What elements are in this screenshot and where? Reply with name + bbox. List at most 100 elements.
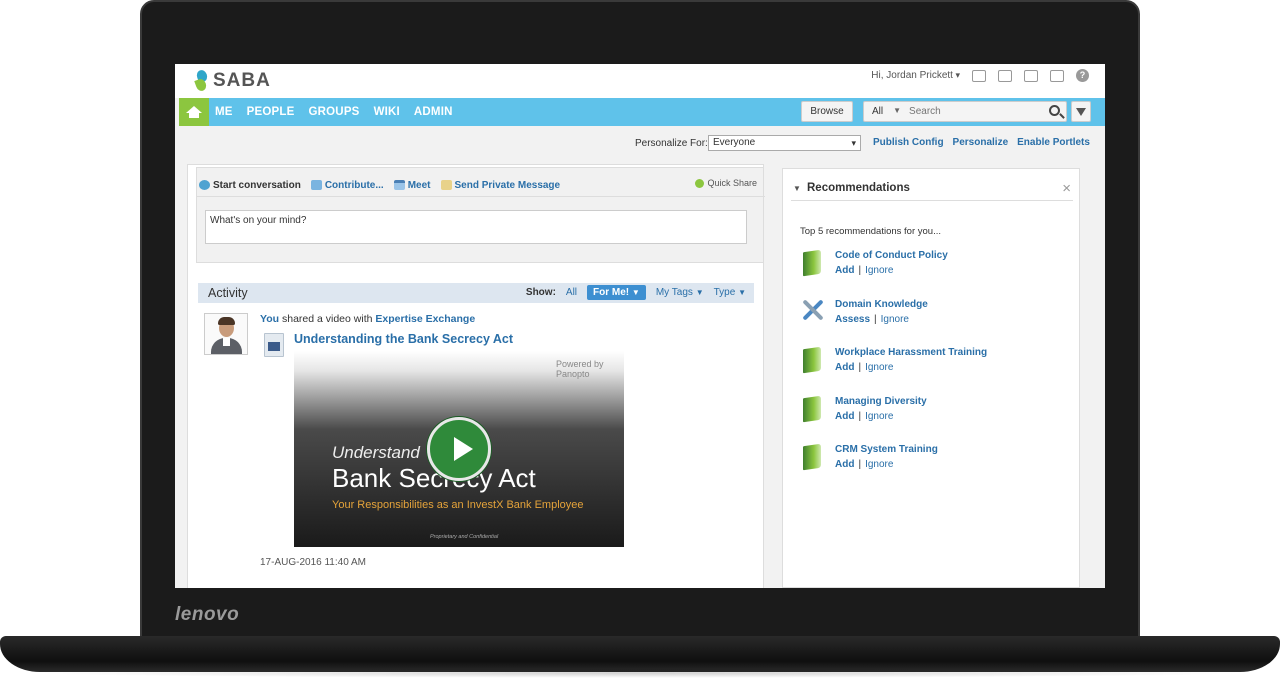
filter-my-tags[interactable]: My Tags ▼ xyxy=(656,287,704,298)
recommendation-title[interactable]: Domain Knowledge xyxy=(835,299,928,310)
ignore-button[interactable]: Ignore xyxy=(881,314,909,325)
activity-title: Activity xyxy=(208,286,248,300)
logo-text: SABA xyxy=(213,70,271,91)
nav-item-wiki[interactable]: WIKI xyxy=(374,106,400,118)
browse-button[interactable]: Browse xyxy=(801,101,853,122)
recommendation-title[interactable]: Workplace Harassment Training xyxy=(835,347,987,358)
search-input[interactable] xyxy=(909,106,1040,117)
filter-button[interactable] xyxy=(1071,101,1091,122)
tab-label: Contribute... xyxy=(324,179,384,191)
document-icon xyxy=(310,180,322,190)
filter-for-me[interactable]: For Me! ▼ xyxy=(587,285,646,300)
tab-meet[interactable]: Meet xyxy=(393,176,431,194)
laptop-base xyxy=(0,636,1280,672)
add-button[interactable]: Add xyxy=(835,411,854,422)
conversation-input[interactable]: What's on your mind? xyxy=(205,210,747,244)
list-item: CRM System Training Add | Ignore xyxy=(799,443,1069,494)
nav-item-people[interactable]: PEOPLE xyxy=(247,106,295,118)
ignore-button[interactable]: Ignore xyxy=(865,459,893,470)
nav-item-admin[interactable]: ADMIN xyxy=(414,106,453,118)
profile-card-icon[interactable] xyxy=(998,69,1012,82)
filter-my-tags-label: My Tags xyxy=(655,287,693,298)
video-player[interactable]: Powered by Panopto Understand Bank Secre… xyxy=(294,351,624,547)
recommendations-header: ▼ Recommendations × xyxy=(791,175,1073,201)
saba-logo-icon xyxy=(194,68,209,93)
tab-label: Send Private Message xyxy=(454,179,561,191)
personalize-label: Personalize For: xyxy=(635,138,708,149)
laptop-shadow xyxy=(30,668,1250,678)
user-area: Hi, Jordan Prickett ? xyxy=(871,69,1089,82)
play-icon[interactable] xyxy=(427,417,491,481)
book-icon xyxy=(803,249,821,277)
user-menu[interactable]: Hi, Jordan Prickett xyxy=(871,70,960,81)
recommendation-actions: Assess | Ignore xyxy=(835,313,909,325)
main-nav: ME PEOPLE GROUPS WIKI ADMIN Browse All ▼ xyxy=(179,98,1105,126)
calendar-icon[interactable] xyxy=(1024,69,1038,82)
assess-button[interactable]: Assess xyxy=(835,314,870,325)
filter-type[interactable]: Type ▼ xyxy=(714,287,746,298)
add-button[interactable]: Add xyxy=(835,362,854,373)
activity-header: Activity Show: All For Me! ▼ My Tags ▼ T… xyxy=(198,283,754,303)
filter-icon xyxy=(1076,107,1086,116)
activity-filters: Show: All For Me! ▼ My Tags ▼ Type ▼ xyxy=(526,285,746,300)
tab-label: Meet xyxy=(407,179,431,191)
publish-config-link[interactable]: Publish Config xyxy=(873,137,944,148)
tab-contribute[interactable]: Contribute... xyxy=(310,176,384,194)
home-button[interactable] xyxy=(179,98,209,126)
close-icon[interactable]: × xyxy=(1062,180,1071,197)
add-button[interactable]: Add xyxy=(835,265,854,276)
recommendations-subtitle: Top 5 recommendations for you... xyxy=(800,226,941,237)
composer: Start conversation Contribute... Meet Se… xyxy=(196,167,765,263)
list-item: Managing Diversity Add | Ignore xyxy=(799,395,1069,446)
bookmark-icon[interactable] xyxy=(1050,69,1064,82)
recommendation-title[interactable]: Managing Diversity xyxy=(835,396,927,407)
help-icon[interactable]: ? xyxy=(1076,69,1089,82)
video-title-line1: Understand xyxy=(332,443,420,462)
mail-icon[interactable] xyxy=(972,69,986,82)
tab-start-conversation[interactable]: Start conversation xyxy=(199,176,301,194)
top-bar: SABA Hi, Jordan Prickett ? xyxy=(175,64,1105,98)
video-file-icon xyxy=(264,333,284,357)
tab-send-private-message[interactable]: Send Private Message xyxy=(440,176,561,194)
show-label: Show: xyxy=(525,287,556,298)
quick-share-label: Quick Share xyxy=(707,178,757,188)
ignore-button[interactable]: Ignore xyxy=(865,265,893,276)
nav-item-me[interactable]: ME xyxy=(215,106,233,118)
recommendations-panel: ▼ Recommendations × Top 5 recommendation… xyxy=(782,168,1080,588)
search-scope-select[interactable]: All ▼ xyxy=(864,106,909,117)
search-box: All ▼ xyxy=(863,101,1067,122)
recommendation-title[interactable]: CRM System Training xyxy=(835,444,938,455)
recommendation-actions: Add | Ignore xyxy=(835,362,894,373)
chevron-down-icon: ▼ xyxy=(738,288,746,297)
recommendation-title[interactable]: Code of Conduct Policy xyxy=(835,250,948,261)
post-action: shared a video with xyxy=(281,313,373,325)
recommendations-title: Recommendations xyxy=(807,182,910,194)
saba-logo[interactable]: SABA xyxy=(194,68,271,93)
ignore-button[interactable]: Ignore xyxy=(865,411,893,422)
collapse-caret-icon[interactable]: ▼ xyxy=(793,184,801,193)
quick-share-button[interactable]: Quick Share xyxy=(695,178,757,188)
enable-portlets-link[interactable]: Enable Portlets xyxy=(1017,137,1090,148)
ignore-button[interactable]: Ignore xyxy=(865,362,893,373)
activity-panel: Start conversation Contribute... Meet Se… xyxy=(187,164,765,588)
recommendation-actions: Add | Ignore xyxy=(835,410,894,422)
search-icon[interactable] xyxy=(1049,105,1060,116)
nav-item-groups[interactable]: GROUPS xyxy=(309,106,360,118)
personalize-row: Personalize For: Everyone Publish Config… xyxy=(175,134,1105,154)
recommendation-actions: Add | Ignore xyxy=(835,459,894,470)
laptop-brand-logo: lenovo xyxy=(175,604,240,625)
list-item: Workplace Harassment Training Add | Ignore xyxy=(799,346,1069,397)
post-target-group[interactable]: Expertise Exchange xyxy=(375,313,475,325)
post-actor[interactable]: You xyxy=(260,313,279,325)
filter-all[interactable]: All xyxy=(566,287,577,298)
avatar[interactable] xyxy=(204,313,248,355)
add-button[interactable]: Add xyxy=(835,459,854,470)
personalize-select[interactable]: Everyone xyxy=(708,135,861,151)
personalize-link[interactable]: Personalize xyxy=(953,137,1009,148)
calendar-icon xyxy=(393,180,405,190)
list-item: Domain Knowledge Assess | Ignore xyxy=(799,299,1069,349)
recommendations-list: Code of Conduct Policy Add | Ignore Domain… xyxy=(799,249,1069,494)
recommendation-actions: Add | Ignore xyxy=(835,265,894,276)
tab-label: Start conversation xyxy=(213,179,301,191)
post-title[interactable]: Understanding the Bank Secrecy Act xyxy=(294,332,513,346)
